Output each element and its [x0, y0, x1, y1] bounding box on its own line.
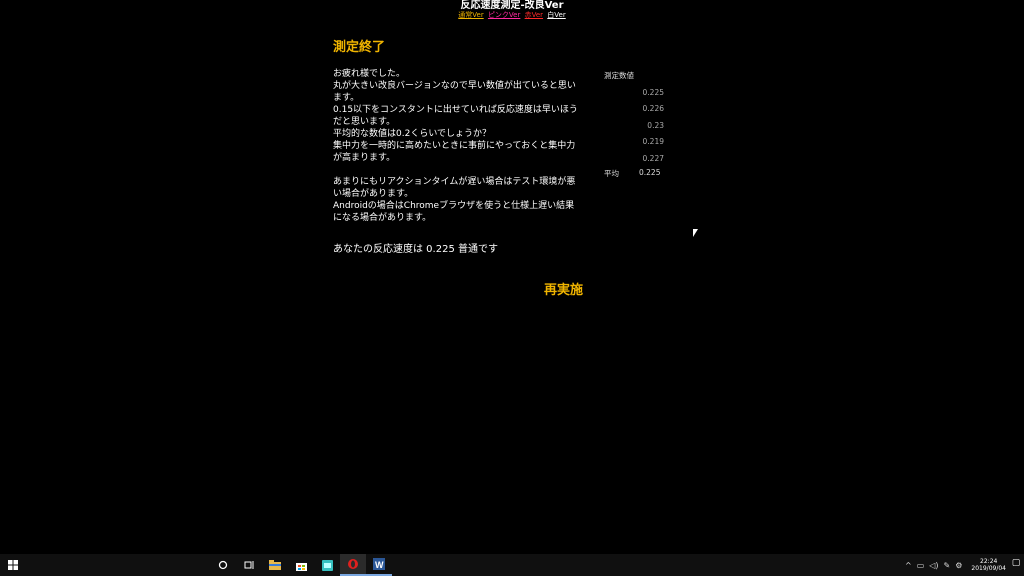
- svg-text:W: W: [375, 560, 384, 570]
- windows-start-icon[interactable]: [0, 554, 26, 576]
- link-white-ver[interactable]: 白Ver: [547, 11, 565, 19]
- message-line: 丸が大きい改良バージョンなので早い数値が出ていると思います。: [333, 81, 576, 103]
- note-line: Androidの場合はChromeブラウザを使うと仕様上遅い結果になる場合があり…: [333, 201, 575, 223]
- note-line: あまりにもリアクションタイムが遅い場合はテスト環境が悪い場合があります。: [333, 177, 576, 199]
- average-value: 0.225: [639, 167, 661, 177]
- mouse-cursor-icon: [693, 229, 698, 237]
- notification-icon[interactable]: ▢: [1010, 558, 1022, 570]
- clock[interactable]: 22:24 2019/09/04: [971, 558, 1006, 572]
- retry-button[interactable]: 再実施: [544, 279, 583, 298]
- app-icon[interactable]: [314, 554, 340, 576]
- message-line: 平均的な数値は0.2くらいでしょうか？: [333, 129, 492, 139]
- result-value: 0.23: [647, 120, 664, 130]
- result-heading: 測定終了: [333, 40, 386, 55]
- page-header: 反応速度測定-改良Ver 通常Ver ピンクVer 赤Ver 白Ver: [0, 0, 1024, 20]
- link-normal-ver[interactable]: 通常Ver: [458, 11, 483, 19]
- taskbar: W ^ ▭ ◁) ✎ ⚙ 22:24 2019/09/04 ▢: [0, 554, 1024, 576]
- cortana-circle-icon[interactable]: [210, 554, 236, 576]
- result-value: 0.219: [642, 137, 664, 147]
- average-row: 平均 0.225: [604, 168, 664, 179]
- store-icon[interactable]: [288, 554, 314, 576]
- word-icon[interactable]: W: [366, 554, 392, 576]
- clock-time: 22:24: [980, 558, 998, 565]
- network-icon[interactable]: ▭: [917, 561, 925, 570]
- message-line: 集中力を一時的に高めたいときに事前にやっておくと集中力が高まります。: [333, 141, 576, 163]
- result-message: お疲れ様でした。 丸が大きい改良バージョンなので早い数値が出ていると思います。 …: [333, 68, 583, 224]
- message-line: お疲れ様でした。: [333, 69, 406, 79]
- your-reaction-speed: あなたの反応速度は 0.225 普通です: [333, 244, 498, 255]
- task-view-icon[interactable]: [236, 554, 262, 576]
- version-links: 通常Ver ピンクVer 赤Ver 白Ver: [0, 11, 1024, 20]
- system-tray: ^ ▭ ◁) ✎ ⚙ 22:24 2019/09/04: [905, 554, 1006, 576]
- settings-gear-icon[interactable]: ⚙: [955, 561, 962, 570]
- results-title: 測定数値: [604, 71, 634, 80]
- site-title: 反応速度測定-改良Ver: [460, 0, 564, 11]
- link-red-ver[interactable]: 赤Ver: [525, 11, 543, 19]
- message-line: 0.15以下をコンスタントに出せていれば反応速度は早いほうだと思います。: [333, 105, 578, 127]
- link-pink-ver[interactable]: ピンクVer: [488, 11, 520, 19]
- opera-icon[interactable]: [340, 554, 366, 576]
- clock-date: 2019/09/04: [971, 565, 1006, 572]
- measurement-results: 測定数値 0.225 0.226 0.23 0.219 0.227 平均 0.2…: [604, 70, 674, 179]
- result-value: 0.226: [642, 104, 664, 114]
- chevron-up-icon[interactable]: ^: [905, 561, 912, 570]
- pen-icon[interactable]: ✎: [944, 561, 951, 570]
- result-value: 0.227: [642, 153, 664, 163]
- average-label: 平均: [604, 168, 619, 178]
- file-explorer-icon[interactable]: [262, 554, 288, 576]
- volume-icon[interactable]: ◁): [929, 561, 938, 570]
- result-value: 0.225: [642, 88, 664, 97]
- result-section: 測定終了: [333, 36, 673, 55]
